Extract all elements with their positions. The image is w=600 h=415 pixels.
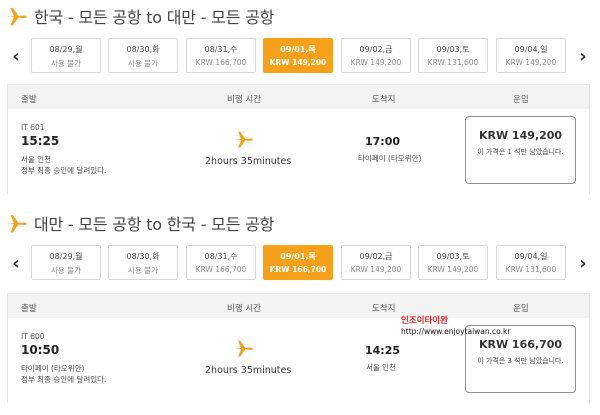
date-label: 08/31,수 [204,45,238,54]
arrival-city: 타이페이 (타오위안) [358,154,422,163]
flight-number: IT 600 [21,332,45,341]
date-price: KRW 131,600 [505,265,557,274]
arrival-city: 서울 인천 [366,363,396,372]
date-label: 09/03,토 [436,252,470,261]
date-price: KRW 149,200 [427,265,479,274]
date-label: 09/02,금 [359,252,393,261]
date-label: 09/04,일 [514,252,548,261]
header-departure: 출발 [21,304,37,314]
departure-city: 타이페이 (타오위안) [21,364,85,373]
date-label: 08/30,화 [126,252,160,261]
date-price: KRW 166,700 [269,265,327,274]
flight-number: IT 601 [21,123,45,132]
date-option[interactable]: 09/04,일 KRW 149,200 [496,38,566,73]
date-price: 사용 불가 [128,266,158,275]
seats-left-note: 이 가격은 1 석만 남았습니다. [477,148,564,156]
date-price: KRW 149,200 [269,58,327,67]
date-option[interactable]: 08/31,수 KRW 166,700 [186,245,256,280]
date-price: KRW 149,200 [350,265,402,274]
route-title: 한국 - 모든 공항 to 대만 - 모든 공항 [34,8,275,27]
date-option-selected[interactable]: 09/01,목 KRW 166,700 [263,245,333,280]
date-price: KRW 131,600 [427,58,479,67]
watermark: 인조이타이완 http://www.enjoytaiwan.co.kr [401,314,521,336]
date-option[interactable]: 09/03,토 KRW 149,200 [418,245,488,280]
approval-note: 정부 최종 승인에 달려있다. [21,166,107,175]
flight-results: 출발 비행 시간 도착지 운임 IT 600 10:50 타이페이 (타오위안)… [7,293,590,403]
date-label: 09/04,일 [514,45,548,54]
date-option[interactable]: 09/04,일 KRW 131,600 [496,245,566,280]
fare-option[interactable]: KRW 149,200 이 가격은 1 석만 남았습니다. [465,116,576,184]
seats-left-note: 이 가격은 3 석만 남았습니다. [477,357,564,365]
date-price: KRW 149,200 [350,58,402,67]
header-arrival: 도착지 [372,95,396,105]
date-label: 08/30,화 [126,45,160,54]
fare-price: KRW 166,700 [478,338,563,351]
prev-dates-button[interactable]: ‹ [6,249,26,277]
flight-duration: 2hours 35minutes [205,365,292,376]
date-price: 사용 불가 [51,266,81,275]
date-label: 08/29,월 [49,45,83,54]
header-fare: 운임 [513,95,529,105]
date-selector: ‹ 08/29,월 사용 불가 08/30,화 사용 불가 08/31,수 KR… [0,245,600,281]
date-option[interactable]: 09/03,토 KRW 131,600 [418,38,488,73]
date-label: 09/01,목 [280,252,316,261]
date-option[interactable]: 08/29,월 사용 불가 [31,245,101,280]
header-fare: 운임 [513,304,529,314]
header-arrival: 도착지 [372,304,396,314]
date-option[interactable]: 09/02,금 KRW 149,200 [341,245,411,280]
flight-results: 출발 비행 시간 도착지 운임 IT 601 15:25 서울 인천 정부 최종… [7,84,590,194]
date-label: 08/31,수 [204,252,238,261]
date-selector: ‹ 08/29,월 사용 불가 08/30,화 사용 불가 08/31,수 KR… [0,38,600,74]
plane-icon [7,7,27,26]
date-label: 09/01,목 [280,45,316,54]
flight-row: IT 601 15:25 서울 인천 정부 최종 승인에 달려있다. 2hour… [8,109,589,194]
header-departure: 출발 [21,95,37,105]
flight-duration: 2hours 35minutes [205,156,292,167]
date-option[interactable]: 08/30,화 사용 불가 [108,38,178,73]
date-price: 사용 불가 [128,59,158,68]
date-price: 사용 불가 [51,59,81,68]
next-dates-button[interactable]: › [573,249,593,277]
date-price: KRW 149,200 [505,58,557,67]
approval-note: 정부 최종 승인에 달려있다. [21,375,107,384]
date-label: 09/03,토 [436,45,470,54]
watermark-name: 인조이타이완 [401,316,448,326]
plane-icon [235,340,253,357]
next-dates-button[interactable]: › [573,42,593,70]
date-label: 08/29,월 [49,252,83,261]
route-title: 대만 - 모든 공항 to 한국 - 모든 공항 [34,215,275,234]
date-option[interactable]: 08/30,화 사용 불가 [108,245,178,280]
date-label: 09/02,금 [359,45,393,54]
prev-dates-button[interactable]: ‹ [6,42,26,70]
results-header: 출발 비행 시간 도착지 운임 [8,87,589,109]
date-price: KRW 166,700 [195,265,247,274]
arrival-time: 14:25 [365,344,401,357]
header-flight-time: 비행 시간 [227,95,261,105]
date-option-selected[interactable]: 09/01,목 KRW 149,200 [263,38,333,73]
plane-icon [235,131,253,148]
watermark-url: http://www.enjoytaiwan.co.kr [401,327,511,336]
date-option[interactable]: 08/29,월 사용 불가 [31,38,101,73]
fare-price: KRW 149,200 [478,129,563,142]
departure-time: 15:25 [21,134,60,148]
plane-icon [7,214,27,233]
return-title-row: 대만 - 모든 공항 to 한국 - 모든 공항 [6,211,274,235]
outbound-title-row: 한국 - 모든 공항 to 대만 - 모든 공항 [6,4,274,28]
header-flight-time: 비행 시간 [227,304,261,314]
date-option[interactable]: 08/31,수 KRW 166,700 [186,38,256,73]
date-option[interactable]: 09/02,금 KRW 149,200 [341,38,411,73]
arrival-time: 17:00 [365,135,401,148]
date-price: KRW 166,700 [195,58,247,67]
departure-city: 서울 인천 [21,155,51,164]
departure-time: 10:50 [21,343,60,357]
